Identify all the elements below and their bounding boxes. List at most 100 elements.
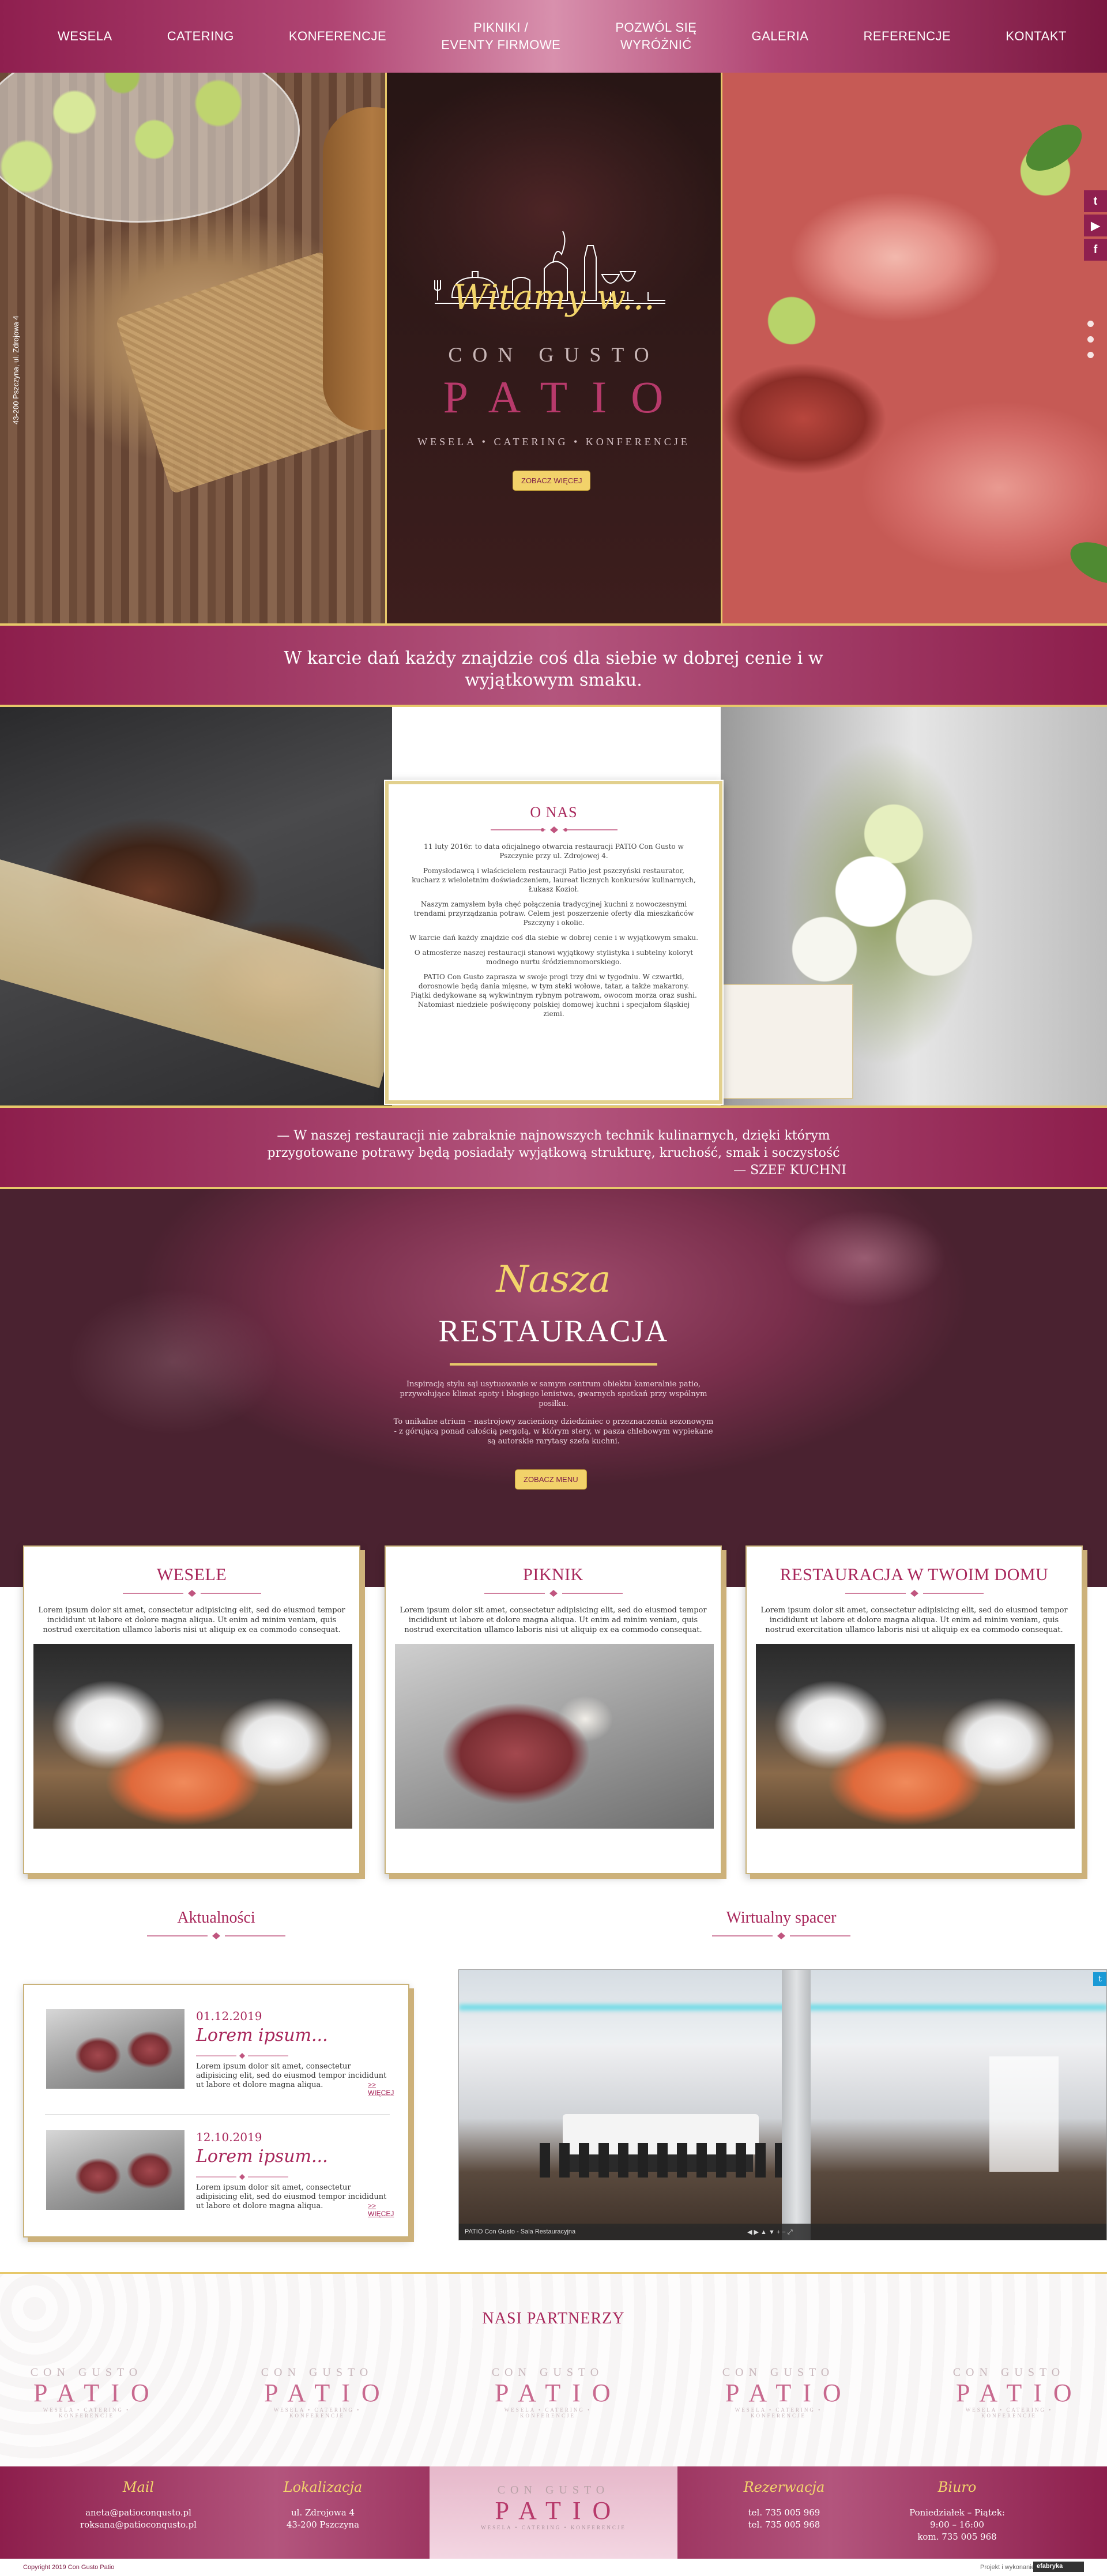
ornament-divider-icon (490, 826, 617, 833)
nav-item-kontakt[interactable]: KONTAKT (1006, 28, 1067, 45)
slider-dot[interactable] (1087, 352, 1094, 358)
news-title: Lorem ipsum... (196, 2146, 328, 2167)
youtube-icon[interactable]: ▶ (1084, 215, 1107, 236)
footer-logo-top: CON GUSTO (497, 2484, 610, 2496)
ornament-divider-icon (196, 2053, 288, 2059)
news-heading-text: Aktualności (177, 1909, 255, 1927)
salmon-cutting-image (756, 1644, 1075, 1829)
tartare-dish-image (395, 1644, 714, 1829)
news-title: Lorem ipsum... (196, 2025, 328, 2045)
ornament-divider-icon (845, 1590, 984, 1597)
nav-item-referencje[interactable]: REFERENCJE (863, 28, 951, 45)
nav-item-konferencje[interactable]: KONFERENCJE (289, 28, 386, 45)
footer-phone[interactable]: tel. 735 005 969 (715, 2507, 853, 2519)
hero-image-grapes-wood (0, 73, 421, 623)
nav-item-catering[interactable]: CATERING (167, 28, 234, 45)
footer-office-line: Poniedziałek – Piątek: (909, 2507, 1005, 2518)
vr-controls[interactable]: ◀ ▶ ▲ ▼ + − ⤢ (747, 2228, 793, 2236)
about-box: O NAS 11 luty 2016r. to data oficjalnego… (385, 781, 722, 1104)
footer-office-heading: Biuro (937, 2479, 977, 2495)
slider-dot[interactable] (1087, 336, 1094, 343)
ornament-divider-icon (712, 1932, 850, 1939)
footer-phone[interactable]: tel. 735 005 968 (715, 2519, 853, 2531)
ornament-divider-icon (147, 1932, 285, 1939)
news-item[interactable]: 01.12.2019 Lorem ipsum... Lorem ipsum do… (45, 2009, 394, 2115)
vr-share-icon[interactable]: t (1093, 1972, 1106, 1986)
restaurant-paragraph: To unikalne atrium – nastrojowy zacienio… (393, 1417, 714, 1446)
partner-logo[interactable]: CON GUSTO PATIO WESELA • CATERING • KONF… (484, 2366, 611, 2419)
partner-logo-main: PATIO (264, 2379, 391, 2407)
partner-logo[interactable]: CON GUSTO PATIO WESELA • CATERING • KONF… (23, 2366, 150, 2419)
virtual-tour-viewer[interactable]: t PATIO Con Gusto - Sala Restauracyjna ◀… (458, 1969, 1107, 2240)
footer-office: Biuro Poniedziałek – Piątek: 9:00 – 16:0… (888, 2479, 1026, 2543)
partner-logo-sub: WESELA • CATERING • KONFERENCJE (965, 2407, 1053, 2419)
partners-heading: NASI PARTNERZY (482, 2310, 625, 2327)
social-sidebar: t ▶ f (1084, 190, 1107, 263)
nav-item-pikniki-line2: EVENTY FIRMOWE (441, 37, 561, 52)
efabryka-logo[interactable]: efabryka (1033, 2562, 1084, 2572)
about-paragraph: 11 luty 2016r. to data oficjalnego otwar… (424, 843, 684, 860)
partner-logo-sub: WESELA • CATERING • KONFERENCJE (273, 2407, 361, 2419)
hero-see-more-button[interactable]: ZOBACZ WIĘCEJ (513, 471, 591, 491)
about-image-meat-rolls (0, 707, 411, 1105)
nav-item-galeria[interactable]: GALERIA (752, 28, 809, 45)
news-date: 01.12.2019 (196, 2009, 262, 2023)
vr-caption: PATIO Con Gusto - Sala Restauracyjna (465, 2228, 576, 2235)
hero-center-content: Witamy w... CON GUSTO PATIO WESELA • CAT… (385, 73, 722, 623)
partner-logo-sub: WESELA • CATERING • KONFERENCJE (735, 2407, 822, 2419)
credits-text: Projekt i wykonanie: (980, 2564, 1037, 2571)
partner-logo-sub: WESELA • CATERING • KONFERENCJE (43, 2407, 130, 2419)
copyright-text: Copyright 2019 Con Gusto Patio (23, 2564, 115, 2571)
partner-logo-main: PATIO (33, 2379, 161, 2407)
restaurant-title: RESTAURACJA (438, 1314, 669, 1348)
chef-quote-author: — SZEF KUCHNI (733, 1163, 846, 1178)
news-item[interactable]: 12.10.2019 Lorem ipsum... Lorem ipsum do… (45, 2130, 394, 2233)
chef-quote-band: — W naszej restauracji nie zabraknie naj… (0, 1105, 1107, 1189)
vr-chairs (540, 2143, 805, 2178)
vr-pillar (782, 1970, 811, 2240)
footer-location-line: ul. Zdrojowa 4 (291, 2507, 355, 2518)
offer-card-wesele[interactable]: WESELE Lorem ipsum dolor sit amet, conse… (23, 1545, 360, 1874)
partner-logo[interactable]: CON GUSTO PATIO WESELA • CATERING • KONF… (946, 2366, 1072, 2419)
about-paragraph: Pomysłodawcą i właścicielem restauracji … (412, 867, 696, 893)
facebook-icon[interactable]: f (1084, 239, 1107, 261)
news-thumbnail-image (46, 2009, 184, 2089)
chef-quote-line-1: — W naszej restauracji nie zabraknie naj… (277, 1129, 830, 1143)
offer-card-title: RESTAURACJA W TWOIM DOMU (780, 1565, 1049, 1584)
hero-logo-top: CON GUSTO (448, 343, 660, 366)
footer-location-line: 43-200 Pszczyna (286, 2519, 360, 2530)
serving-plank-image (0, 856, 411, 1088)
news-box: 01.12.2019 Lorem ipsum... Lorem ipsum do… (23, 1984, 409, 2237)
about-title: O NAS (530, 804, 578, 821)
about-image-flowers (721, 707, 1107, 1105)
offer-card-title: WESELE (156, 1565, 227, 1584)
footer-mail-link[interactable]: aneta@patioconqusto.pl (69, 2507, 208, 2519)
restaurant-section: Nasza RESTAURACJA Inspiracją stylu sąi u… (0, 1189, 1107, 1587)
footer-logo[interactable]: CON GUSTO PATIO WESELA • CATERING • KONF… (430, 2466, 677, 2559)
see-menu-button[interactable]: ZOBACZ MENU (515, 1469, 587, 1490)
offer-card-restauracja-w-domu[interactable]: RESTAURACJA W TWOIM DOMU Lorem ipsum dol… (745, 1545, 1083, 1874)
footer-office-line[interactable]: kom. 735 005 968 (888, 2531, 1026, 2543)
partner-logo[interactable]: CON GUSTO PATIO WESELA • CATERING • KONF… (254, 2366, 381, 2419)
news-separator (45, 2114, 390, 2115)
hero-logo-main: PATIO (443, 372, 688, 422)
slider-dot[interactable] (1087, 321, 1094, 327)
wedding-card-image (721, 984, 853, 1099)
nav-item-wesela[interactable]: WESELA (58, 28, 112, 45)
news-text: Lorem ipsum dolor sit amet, consectetur … (196, 2183, 387, 2210)
partner-logo-top: CON GUSTO (722, 2366, 835, 2379)
about-paragraph: W karcie dań każdy znajdzie coś dla sieb… (409, 934, 698, 942)
footer-mail-link[interactable]: roksana@patioconqusto.pl (69, 2519, 208, 2531)
nav-item-wyroznic[interactable]: POZWÓL SIĘ WYRÓŻNIĆ (615, 19, 696, 54)
twitter-icon[interactable]: t (1084, 190, 1107, 212)
news-read-more-link[interactable]: >> WIĘCEJ (368, 2081, 394, 2097)
nav-item-pikniki[interactable]: PIKNIKI / EVENTY FIRMOWE (441, 19, 560, 54)
restaurant-title-rule (450, 1363, 657, 1366)
partner-logo-main: PATIO (495, 2379, 622, 2407)
partner-logo[interactable]: CON GUSTO PATIO WESELA • CATERING • KONF… (715, 2366, 842, 2419)
partner-logo-sub: WESELA • CATERING • KONFERENCJE (504, 2407, 592, 2419)
offer-card-piknik[interactable]: PIKNIK Lorem ipsum dolor sit amet, conse… (385, 1545, 722, 1874)
news-read-more-link[interactable]: >> WIĘCEJ (368, 2202, 394, 2218)
partner-logo-top: CON GUSTO (261, 2366, 374, 2379)
vr-control-bar: PATIO Con Gusto - Sala Restauracyjna ◀ ▶… (459, 2224, 1106, 2240)
